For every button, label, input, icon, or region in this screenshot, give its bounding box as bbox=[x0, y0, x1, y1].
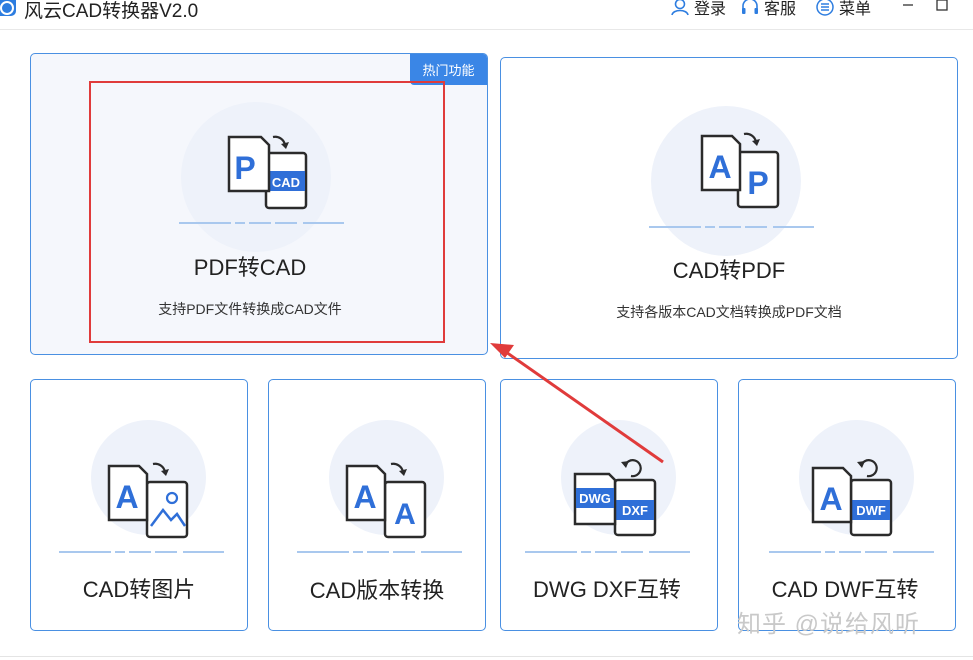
cad-version-icon: A A bbox=[345, 462, 427, 539]
a-glyph-back: A bbox=[394, 498, 416, 531]
dxf-glyph: DXF bbox=[622, 503, 648, 518]
divider bbox=[649, 226, 814, 228]
card-title: CAD转图片 bbox=[82, 577, 196, 602]
divider bbox=[769, 551, 934, 553]
divider bbox=[525, 551, 690, 553]
dwg-dxf-icon: DXF DWG bbox=[573, 459, 657, 537]
menu-icon bbox=[816, 0, 834, 16]
a-glyph: A bbox=[708, 149, 731, 185]
a-glyph: A bbox=[819, 481, 842, 517]
card-cad-version-convert[interactable]: A A CAD版本转换 bbox=[268, 379, 486, 631]
maximize-button[interactable] bbox=[930, 0, 954, 16]
divider bbox=[59, 551, 224, 553]
maximize-icon bbox=[936, 0, 948, 11]
card-title: DWG DXF互转 bbox=[533, 577, 681, 602]
app-logo-icon bbox=[0, 0, 16, 16]
title-bar: 风云CAD转换器V2.0 登录 客服 菜单 bbox=[0, 0, 973, 30]
login-button[interactable]: 登录 bbox=[670, 0, 726, 18]
app-title: 风云CAD转换器V2.0 bbox=[24, 1, 199, 22]
cad-dwf-icon: DWF A bbox=[811, 459, 893, 537]
card-title: CAD转PDF bbox=[672, 258, 786, 283]
cad-to-pdf-icon: P A bbox=[700, 132, 780, 209]
divider bbox=[297, 551, 462, 553]
customer-service-button[interactable]: 客服 bbox=[740, 0, 796, 18]
user-icon bbox=[671, 0, 689, 16]
card-dwg-dxf-convert[interactable]: DXF DWG DWG DXF互转 bbox=[500, 379, 718, 631]
card-cad-to-pdf[interactable]: P A CAD转PDF 支持各版本CAD文档转换成PDF文档 bbox=[500, 57, 958, 359]
card-description: 支持各版本CAD文档转换成PDF文档 bbox=[616, 304, 842, 320]
a-glyph: A bbox=[353, 479, 376, 515]
p-glyph: P bbox=[747, 165, 768, 201]
dwg-glyph: DWG bbox=[579, 491, 611, 506]
watermark: 知乎 @说给风听 bbox=[737, 611, 921, 638]
card-title: CAD版本转换 bbox=[309, 578, 445, 603]
support-label: 客服 bbox=[764, 1, 797, 18]
minimize-button[interactable] bbox=[896, 0, 920, 16]
dwf-glyph: DWF bbox=[856, 503, 886, 518]
menu-label: 菜单 bbox=[839, 1, 872, 18]
a-glyph: A bbox=[115, 479, 138, 515]
card-title: CAD DWF互转 bbox=[771, 577, 919, 602]
bottom-divider bbox=[0, 656, 973, 657]
headset-icon bbox=[742, 0, 758, 14]
cad-to-image-icon: A bbox=[107, 462, 189, 539]
menu-button[interactable]: 菜单 bbox=[815, 0, 871, 18]
card-cad-dwf-convert[interactable]: DWF A CAD DWF互转 bbox=[738, 379, 956, 631]
minimize-icon bbox=[903, 4, 913, 6]
highlight-annotation-box bbox=[89, 81, 445, 343]
card-cad-to-image[interactable]: A CAD转图片 bbox=[30, 379, 248, 631]
login-label: 登录 bbox=[694, 1, 727, 18]
